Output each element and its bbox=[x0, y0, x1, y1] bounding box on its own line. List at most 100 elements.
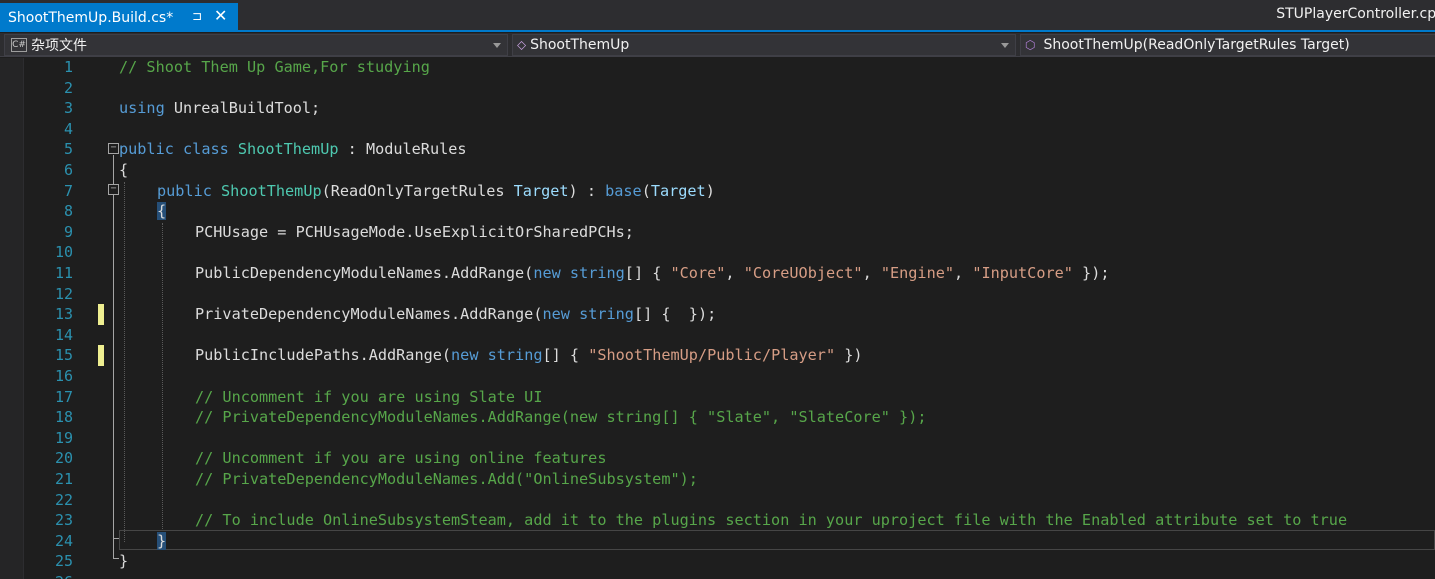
chevron-down-icon bbox=[1001, 43, 1009, 48]
line-number: 5 bbox=[63, 140, 73, 159]
code-text: ( bbox=[641, 181, 651, 200]
string-literal: "InputCore" bbox=[972, 264, 1073, 282]
outline-line bbox=[113, 155, 114, 559]
code-text: ) bbox=[705, 181, 715, 200]
line-number: 11 bbox=[54, 264, 73, 282]
code-text: [] { bbox=[624, 264, 671, 282]
line-number: 14 bbox=[54, 325, 73, 344]
code-text: }); bbox=[1072, 264, 1110, 282]
line-number: 8 bbox=[63, 202, 73, 221]
string-literal: "CoreUObject" bbox=[743, 264, 863, 282]
code-line-7: public ShootThemUp(ReadOnlyTargetRules T… bbox=[157, 181, 715, 202]
code-text: UnrealBuildTool; bbox=[164, 99, 321, 118]
string-literal: "ShootThemUp/Public/Player" bbox=[588, 346, 836, 365]
code-line-25: } bbox=[119, 552, 129, 571]
change-marker bbox=[98, 304, 104, 325]
indent-guide bbox=[162, 223, 163, 533]
member-dropdown-value: ShootThemUp(ReadOnlyTargetRules Target) bbox=[1043, 37, 1350, 53]
keyword: public bbox=[157, 181, 212, 200]
line-number: 3 bbox=[63, 99, 73, 118]
collapse-toggle-icon[interactable]: − bbox=[108, 184, 119, 195]
line-number: 18 bbox=[54, 408, 73, 427]
string-literal: "Engine" bbox=[880, 264, 955, 282]
code-text: ) : bbox=[568, 181, 606, 200]
selection-margin[interactable] bbox=[0, 58, 24, 579]
line-number: 20 bbox=[54, 449, 73, 468]
keyword: class bbox=[183, 140, 229, 159]
document-tab-strip: ShootThemUp.Build.cs* ⊐ ✕ STUPlayerContr… bbox=[0, 0, 1435, 32]
pin-icon[interactable]: ⊐ bbox=[192, 9, 206, 25]
line-number: 1 bbox=[63, 58, 73, 76]
current-line-highlight bbox=[119, 530, 1435, 550]
type-name: ShootThemUp bbox=[237, 140, 339, 159]
code-text: , bbox=[725, 264, 744, 282]
code-line-18: // PrivateDependencyModuleNames.AddRange… bbox=[195, 408, 927, 427]
string-literal: "Core" bbox=[670, 264, 726, 282]
code-line-6: { bbox=[119, 161, 129, 179]
member-dropdown[interactable]: ⬡ ShootThemUp(ReadOnlyTargetRules Target… bbox=[1020, 34, 1435, 56]
code-text: , bbox=[954, 264, 973, 282]
code-line-13: PrivateDependencyModuleNames.AddRange(ne… bbox=[195, 304, 716, 325]
line-number: 17 bbox=[54, 387, 73, 406]
keyword: string bbox=[579, 305, 634, 324]
keyword: public bbox=[119, 140, 174, 159]
code-line-21: // PrivateDependencyModuleNames.Add("Onl… bbox=[195, 470, 698, 488]
parameter: Target bbox=[513, 181, 569, 200]
tab-shootthemup-build-cs[interactable]: ShootThemUp.Build.cs* ⊐ ✕ bbox=[0, 3, 238, 32]
class-dropdown-value: ShootThemUp bbox=[530, 37, 630, 53]
code-text: }) bbox=[835, 346, 863, 365]
keyword: new bbox=[542, 305, 570, 324]
keyword: string bbox=[487, 346, 543, 365]
code-line-17: // Uncomment if you are using Slate UI bbox=[195, 387, 543, 406]
line-number: 2 bbox=[63, 78, 73, 97]
line-number: 16 bbox=[54, 367, 73, 385]
csharp-file-icon: C# bbox=[11, 38, 27, 52]
code-line-24: } bbox=[157, 531, 167, 552]
code-text: [] { }); bbox=[633, 305, 717, 324]
indent-guide bbox=[124, 182, 125, 542]
code-line-15: PublicIncludePaths.AddRange(new string[]… bbox=[195, 345, 863, 366]
line-number: 25 bbox=[54, 552, 73, 571]
code-text: (ReadOnlyTargetRules bbox=[321, 181, 514, 200]
tab-title: ShootThemUp.Build.cs* bbox=[8, 9, 174, 26]
code-text: PrivateDependencyModuleNames.AddRange( bbox=[195, 305, 543, 324]
code-text: , bbox=[862, 264, 881, 282]
line-number: 7 bbox=[63, 181, 73, 200]
line-number: 15 bbox=[54, 346, 73, 365]
code-line-1: // Shoot Them Up Game,For studying bbox=[119, 58, 430, 76]
line-number: 12 bbox=[54, 284, 73, 303]
code-text: PublicIncludePaths.AddRange( bbox=[195, 346, 452, 365]
line-number: 19 bbox=[54, 428, 73, 447]
line-number: 4 bbox=[63, 119, 73, 138]
project-dropdown[interactable]: C# 杂项文件 bbox=[4, 34, 508, 56]
line-number-gutter: 1 2 3 4 5 6 7 8 9 10 11 12 13 14 15 16 1… bbox=[24, 58, 80, 579]
keyword: base bbox=[605, 181, 642, 200]
class-icon: ⬦ bbox=[517, 37, 527, 53]
line-number: 9 bbox=[63, 222, 73, 241]
line-number: 23 bbox=[54, 511, 73, 530]
change-marker bbox=[98, 345, 104, 366]
type-name: ModuleRules bbox=[365, 140, 467, 159]
parameter: Target bbox=[650, 181, 706, 200]
close-icon[interactable]: ✕ bbox=[214, 7, 230, 25]
navigation-bar: C# 杂项文件 ⬦ ShootThemUp ⬡ ShootThemUp(Read… bbox=[0, 33, 1435, 57]
code-editor[interactable]: 1 2 3 4 5 6 7 8 9 10 11 12 13 14 15 16 1… bbox=[0, 58, 1435, 579]
matched-brace: } bbox=[157, 531, 167, 550]
line-number: 6 bbox=[63, 161, 73, 179]
code-line-23: // To include OnlineSubsystemSteam, add … bbox=[195, 511, 1348, 530]
line-number: 24 bbox=[54, 531, 73, 550]
class-dropdown[interactable]: ⬦ ShootThemUp bbox=[512, 34, 1016, 56]
collapse-toggle-icon[interactable]: − bbox=[108, 143, 119, 154]
code-line-20: // Uncomment if you are using online fea… bbox=[195, 449, 607, 468]
method-cube-icon: ⬡ bbox=[1025, 38, 1036, 52]
line-number: 13 bbox=[54, 305, 73, 324]
code-text: [] { bbox=[542, 346, 589, 365]
code-line-11: PublicDependencyModuleNames.AddRange(new… bbox=[195, 263, 1109, 284]
line-number: 26 bbox=[24, 572, 73, 579]
tab-stuplayercontroller-cpp[interactable]: STUPlayerController.cpp bbox=[1276, 6, 1435, 28]
code-line-9: PCHUsage = PCHUsageMode.UseExplicitOrSha… bbox=[195, 222, 634, 241]
keyword: new bbox=[451, 346, 479, 365]
keyword: new bbox=[533, 264, 561, 282]
type-name: ShootThemUp bbox=[221, 181, 322, 200]
code-text: PublicDependencyModuleNames.AddRange( bbox=[195, 264, 534, 282]
